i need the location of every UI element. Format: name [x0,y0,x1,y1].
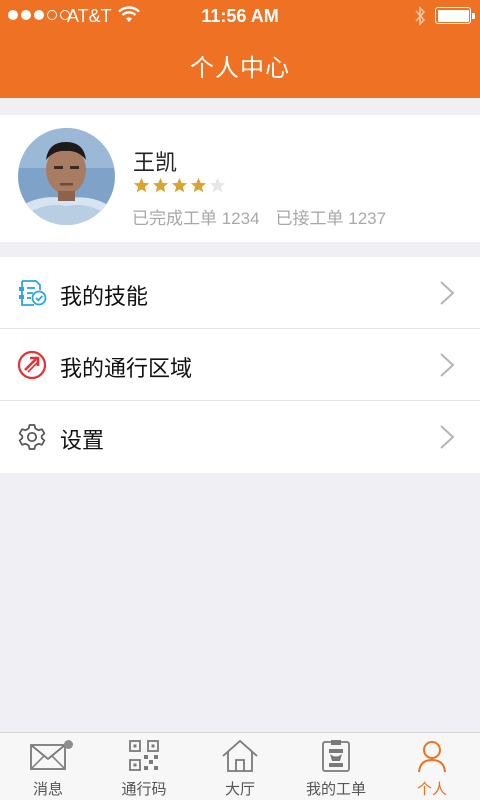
tab-label: 消息 [32,781,63,798]
star-empty-icon [209,177,226,193]
top-bar: AT&T 11:56 AM 个人中心 [0,0,480,98]
menu-item-label: 我的技能 [60,284,149,309]
bluetooth-icon [415,6,426,26]
user-name: 王凯 [133,150,178,175]
status-bar: AT&T 11:56 AM [0,0,480,32]
star-filled-icon [133,177,150,193]
rating-stars [133,177,226,194]
skills-icon [19,280,47,306]
menu-item-access-area[interactable]: 我的通行区域 [0,329,480,401]
profile-card[interactable]: 王凯 已完成工单 1234 已接工单 1237 [0,115,480,242]
completed-orders: 已完成工单 1234 [132,209,260,228]
menu-item-settings[interactable]: 设置 [0,401,480,473]
unread-badge [64,740,73,749]
access-area-icon [17,350,47,380]
tab-personal[interactable]: 个人 [384,733,480,800]
page: AT&T 11:56 AM 个人中心 王凯 已完成工单 1234 已接工单 12… [0,0,480,800]
status-time: 11:56 AM [201,6,279,26]
home-hall-icon [222,739,258,772]
menu-item-skills[interactable]: 我的技能 [0,257,480,329]
qr-code-icon [129,740,159,771]
tab-label: 通行码 [121,781,167,798]
chevron-right-icon [440,353,455,377]
tab-hall[interactable]: 大厅 [192,733,288,800]
tab-messages[interactable]: 消息 [0,733,96,800]
tab-my-work-orders[interactable]: 我的工单 [288,733,384,800]
accepted-orders: 已接工单 1237 [275,209,387,228]
chevron-right-icon [440,425,455,449]
chevron-right-icon [440,281,455,305]
settings-gear-icon [18,424,46,450]
tab-bar: 消息 通行码 大厅 我的工单 个人 [0,732,480,800]
avatar[interactable] [18,128,115,225]
star-filled-icon [190,177,207,193]
menu-item-label: 我的通行区域 [60,356,193,381]
star-filled-icon [171,177,188,193]
work-order-icon [322,740,350,772]
message-envelope-icon [30,744,66,770]
order-stats: 已完成工单 1234 已接工单 1237 [132,204,386,229]
person-icon [418,741,446,773]
tab-pass-code[interactable]: 通行码 [96,733,192,800]
battery-icon [435,7,475,24]
menu-list: 我的技能 我的通行区域 设置 [0,257,480,473]
tab-label: 个人 [416,781,447,798]
tab-label: 大厅 [224,781,255,798]
page-title: 个人中心 [190,55,290,82]
star-filled-icon [152,177,169,193]
menu-item-label: 设置 [60,428,105,453]
tab-label: 我的工单 [305,781,366,798]
